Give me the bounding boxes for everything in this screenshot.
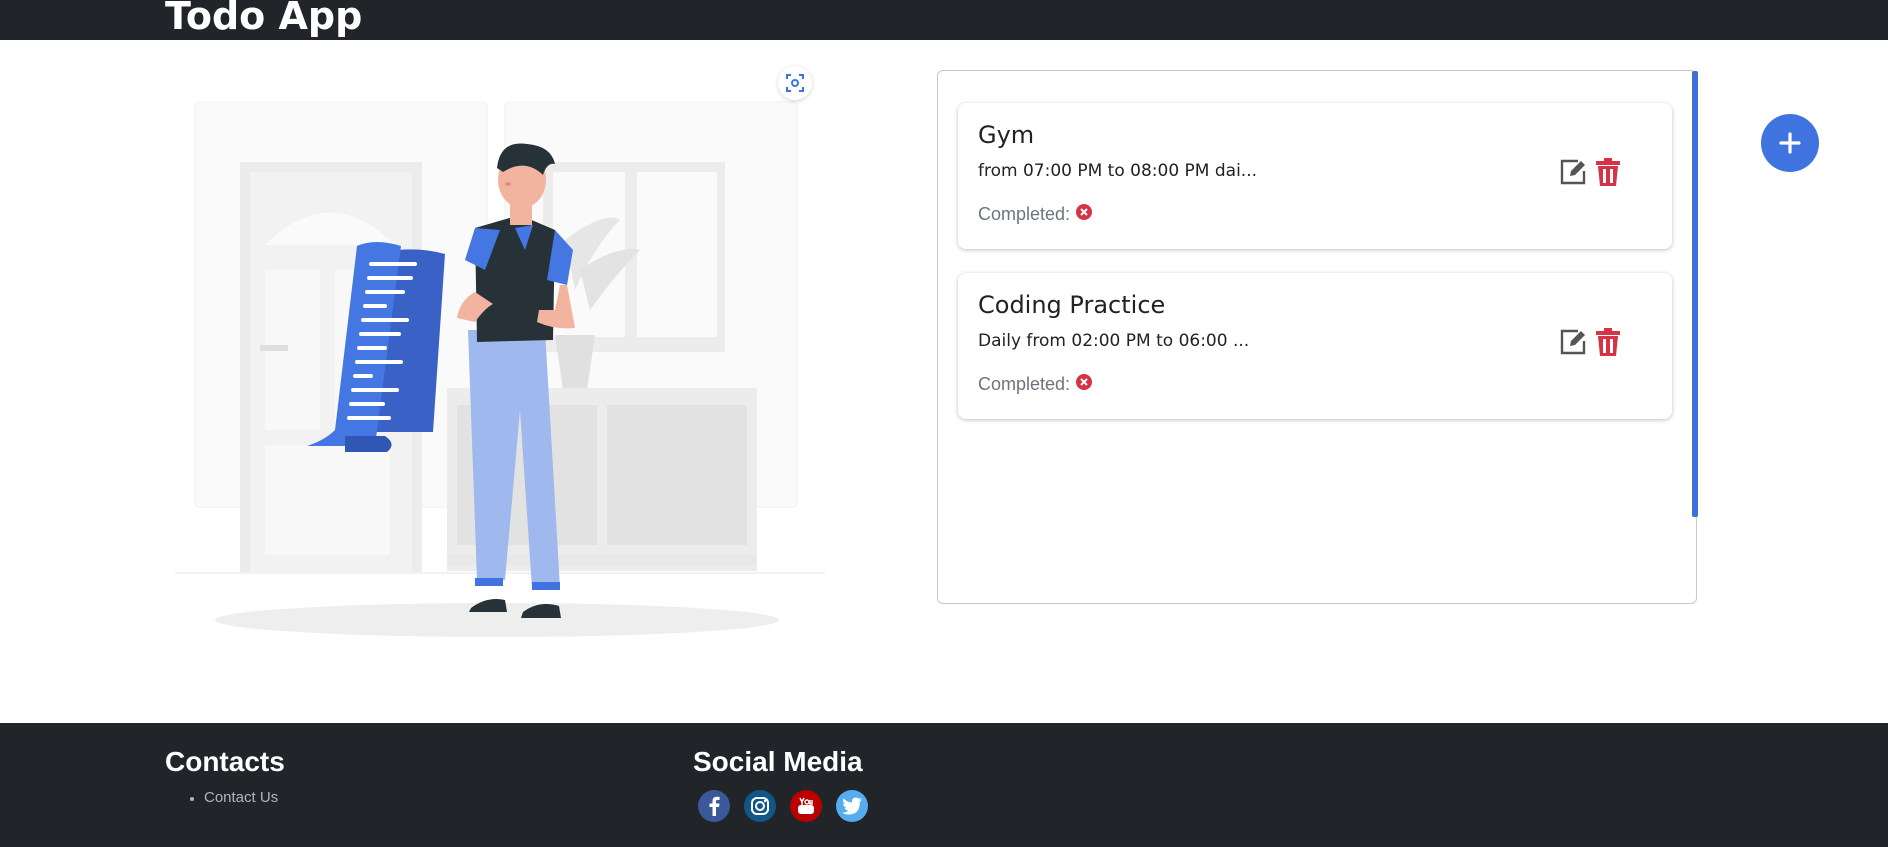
completed-label: Completed: xyxy=(978,374,1071,394)
top-navbar: Todo App xyxy=(0,0,1888,40)
twitter-icon[interactable] xyxy=(836,790,868,822)
plus-icon xyxy=(1779,132,1801,154)
todo-title: Gym xyxy=(978,121,1035,149)
contact-list: Contact Us xyxy=(184,789,278,806)
todo-card: Gym from 07:00 PM to 08:00 PM dai... Com… xyxy=(958,103,1672,249)
todo-list-panel[interactable]: Gym from 07:00 PM to 08:00 PM dai... Com… xyxy=(937,70,1697,604)
contact-us-link[interactable]: Contact Us xyxy=(204,789,278,806)
delete-button[interactable] xyxy=(1596,158,1620,186)
delete-button[interactable] xyxy=(1596,328,1620,356)
contacts-heading: Contacts xyxy=(165,746,285,777)
todo-status: Completed: xyxy=(978,373,1093,395)
trash-icon xyxy=(1596,328,1620,356)
edit-button[interactable] xyxy=(1560,329,1586,355)
scan-button[interactable] xyxy=(778,66,812,100)
social-icons xyxy=(698,790,868,822)
completed-label: Completed: xyxy=(978,204,1071,224)
edit-icon xyxy=(1560,159,1586,185)
not-completed-icon xyxy=(1076,373,1093,390)
instagram-icon[interactable] xyxy=(744,790,776,822)
todo-status: Completed: xyxy=(978,203,1093,225)
todo-card: Coding Practice Daily from 02:00 PM to 0… xyxy=(958,273,1672,419)
edit-button[interactable] xyxy=(1560,159,1586,185)
todo-description: from 07:00 PM to 08:00 PM dai... xyxy=(978,161,1258,181)
not-completed-icon xyxy=(1076,203,1093,220)
add-todo-button[interactable] xyxy=(1761,114,1819,172)
facebook-icon[interactable] xyxy=(698,790,730,822)
trash-icon xyxy=(1596,158,1620,186)
todo-title: Coding Practice xyxy=(978,291,1166,319)
app-title: Todo App xyxy=(165,0,363,38)
youtube-icon[interactable] xyxy=(790,790,822,822)
person-reading-list-illustration xyxy=(175,60,825,650)
todo-description: Daily from 02:00 PM to 06:00 ... xyxy=(978,331,1250,351)
social-media-heading: Social Media xyxy=(693,746,863,777)
footer: Contacts Contact Us Social Media xyxy=(0,723,1888,847)
edit-icon xyxy=(1560,329,1586,355)
focus-scan-icon xyxy=(786,74,804,92)
scrollbar-thumb[interactable] xyxy=(1692,71,1698,517)
